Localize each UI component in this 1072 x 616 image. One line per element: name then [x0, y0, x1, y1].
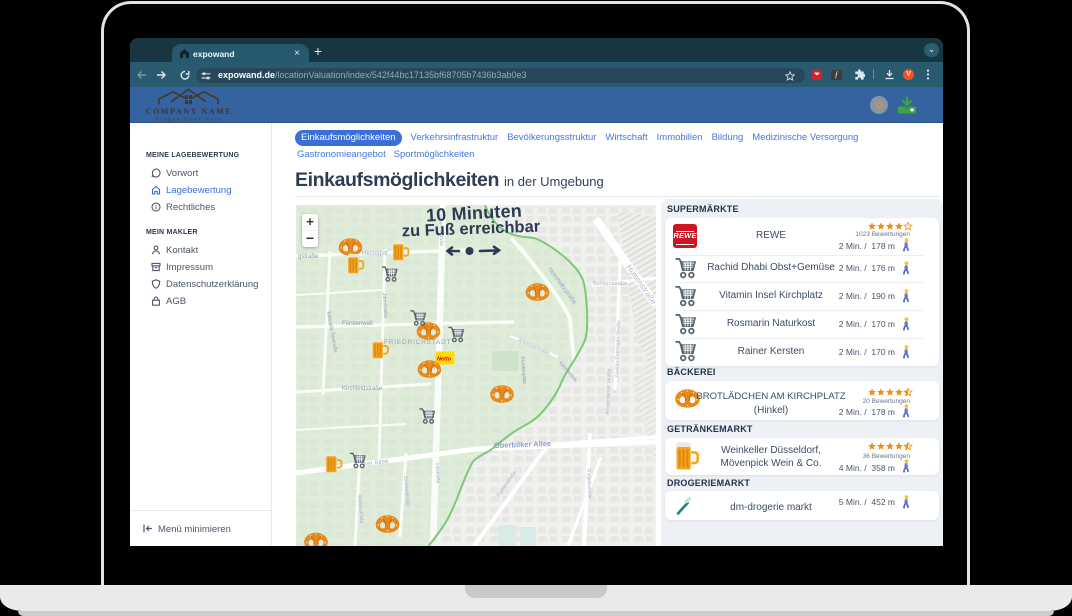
- svg-text:Bunsenstraße: Bunsenstraße: [593, 281, 627, 287]
- svg-text:gstraße: gstraße: [298, 254, 319, 260]
- svg-text:FRIEDRICHSTADT: FRIEDRICHSTADT: [384, 339, 451, 346]
- svg-text:iusstraße: iusstraße: [434, 462, 441, 483]
- svg-text:Kirchfeldstraße: Kirchfeldstraße: [342, 386, 383, 392]
- svg-text:Fürstenwall: Fürstenwall: [342, 321, 373, 327]
- svg-text:Netto: Netto: [437, 356, 452, 362]
- svg-text:Corneliusstraße: Corneliusstraße: [437, 210, 444, 246]
- svg-text:Herzogstr.: Herzogstr.: [362, 251, 390, 257]
